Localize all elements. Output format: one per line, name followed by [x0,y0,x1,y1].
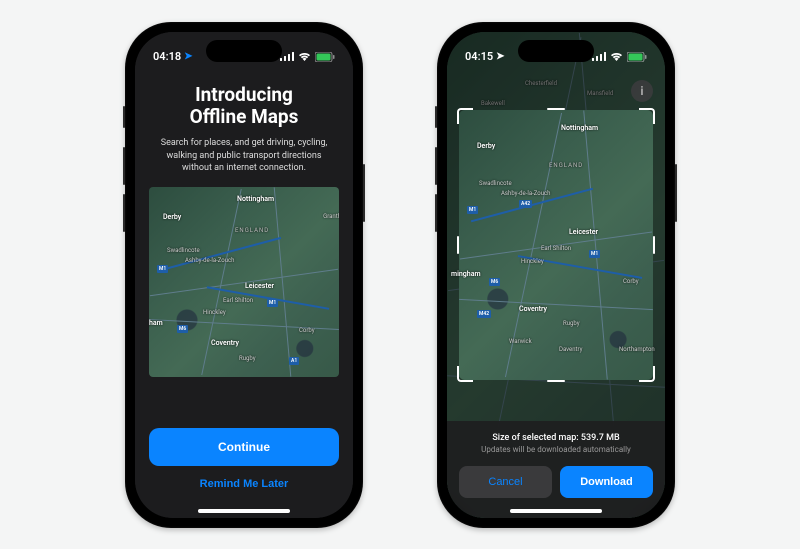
intro-subtitle: Search for places, and get driving, cycl… [149,137,339,175]
city-label: Hinckley [521,258,544,265]
intro-title: Introducing Offline Maps [190,84,299,130]
region-label: ENGLAND [549,162,583,169]
cellular-icon [280,52,294,61]
crop-handle[interactable] [457,236,459,254]
crop-handle[interactable] [457,108,473,124]
crop-handle[interactable] [149,187,163,201]
region-label: ENGLAND [235,227,269,234]
crop-handle[interactable] [457,366,473,382]
location-icon: ➤ [184,51,192,62]
city-label: Hinckley [203,309,226,316]
road-badge: M1 [589,250,600,258]
power-button [675,164,677,222]
city-label: Rugby [563,320,580,327]
cellular-icon [592,52,606,61]
city-label: Derby [477,142,495,150]
map-selection[interactable]: Nottingham Derby ENGLAND Swadlincote Ash… [459,110,653,380]
city-label: Coventry [519,305,547,313]
screen: 04:18 ➤ Introducing Offline Maps Sear [135,32,353,518]
city-label: Warwick [509,338,532,345]
wifi-icon [298,52,311,61]
city-label: Derby [163,213,181,221]
city-label: Leicester [245,282,274,290]
info-button[interactable]: i [631,80,653,102]
continue-button[interactable]: Continue [149,428,339,466]
home-indicator[interactable] [198,509,290,513]
dynamic-island [518,40,594,62]
city-label: Leicester [569,228,598,236]
city-label: Earl Shilton [223,297,253,304]
map-size-label: Size of selected map: 539.7 MB [459,433,653,443]
city-label: Ashby-de-la-Zouch [501,190,550,197]
volume-down-button [435,194,437,232]
map-preview: Nottingham Derby ENGLAND Swadlincote Ash… [149,187,339,377]
city-label: Corby [299,327,315,334]
volume-up-button [123,147,125,185]
road-badge: M1 [267,299,278,307]
road-badge: M6 [177,325,188,333]
city-label: Northampton [619,346,655,353]
screen: 04:15 ➤ Chesterfield Mansfield Bak [447,32,665,518]
power-button [363,164,365,222]
intro-sheet: Introducing Offline Maps Search for plac… [135,32,353,518]
side-button [435,106,437,128]
cancel-button[interactable]: Cancel [459,466,552,498]
auto-update-label: Updates will be downloaded automatically [459,445,653,454]
city-label: Swadlincote [167,247,200,254]
dynamic-island [206,40,282,62]
city-label: Earl Shilton [541,245,571,252]
city-label: Granth [323,213,339,220]
city-label: Rugby [239,355,256,362]
battery-icon [315,52,335,62]
volume-up-button [435,147,437,185]
city-label: mingham [451,270,481,278]
road-badge: M6 [489,278,500,286]
wifi-icon [610,52,623,61]
status-time: 04:18 [153,50,181,63]
download-sheet: Size of selected map: 539.7 MB Updates w… [447,421,665,518]
road-badge: M1 [467,206,478,214]
iphone-right: 04:15 ➤ Chesterfield Mansfield Bak [437,22,675,528]
home-indicator[interactable] [510,509,602,513]
road-badge: M42 [477,310,491,318]
status-time: 04:15 [465,50,493,63]
city-label: Corby [623,278,639,285]
city-label: Daventry [559,346,582,353]
road-badge: M1 [157,265,168,273]
crop-handle[interactable] [149,363,163,377]
remind-later-button[interactable]: Remind Me Later [200,466,289,504]
map-selection[interactable]: Nottingham Derby ENGLAND Swadlincote Ash… [149,187,339,377]
crop-handle[interactable] [325,363,339,377]
city-label: Swadlincote [479,180,512,187]
crop-handle[interactable] [639,108,655,124]
download-button[interactable]: Download [560,466,653,498]
map-selected-area: Nottingham Derby ENGLAND Swadlincote Ash… [459,110,653,380]
volume-down-button [123,194,125,232]
location-icon: ➤ [496,51,504,62]
road-badge: A1 [289,357,299,365]
battery-icon [627,52,647,62]
road-badge: A42 [519,200,532,208]
crop-handle[interactable] [325,187,339,201]
crop-handle[interactable] [547,108,565,110]
city-label: Nottingham [561,124,598,132]
city-label: Nottingham [237,195,274,203]
crop-handle[interactable] [547,380,565,382]
crop-handle[interactable] [653,236,655,254]
city-label: Coventry [211,339,239,347]
side-button [123,106,125,128]
crop-handle[interactable] [639,366,655,382]
city-label: Ashby-de-la-Zouch [185,257,234,264]
city-label: gham [149,319,163,327]
iphone-left: 04:18 ➤ Introducing Offline Maps Sear [125,22,363,528]
